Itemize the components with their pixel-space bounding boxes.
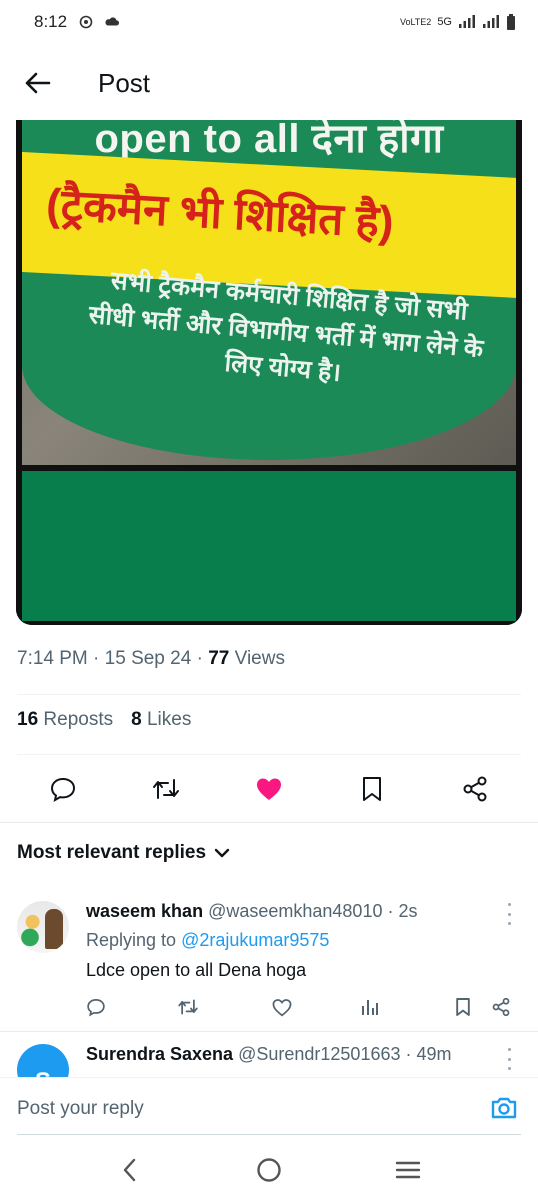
likes-stat[interactable]: 8 Likes [131,709,191,731]
avatar-letter: S [35,1068,51,1077]
camera-icon [491,1097,517,1119]
reply-item[interactable]: S Surendra Saxena @Surendr12501663 · 49m [0,1032,538,1077]
reply-author-handle: @Surendr12501663 [238,1044,401,1064]
reposts-label: Reposts [43,709,114,730]
reply-share-button[interactable] [489,995,513,1019]
reply-author-handle: @waseemkhan48010 [208,901,383,921]
separator: · [405,1044,417,1064]
likes-label: Likes [146,709,192,730]
reposts-count: 16 [17,709,39,730]
post-date: 15 Sep 24 [104,648,192,669]
repost-icon [178,999,198,1015]
system-nav-bar [0,1140,538,1200]
bookmark-icon [456,998,470,1016]
reply-repost-button[interactable] [176,995,200,1019]
camera-button[interactable] [488,1092,520,1124]
back-button[interactable] [16,61,60,105]
avatar-person [45,909,63,949]
image-frame-left [16,120,22,625]
avatar[interactable]: S [17,1044,69,1077]
chevron-down-icon [214,848,230,858]
composer-underline [17,1134,521,1135]
page-title: Post [98,67,151,98]
replying-to-line: Replying to @2rajukumar9575 [86,930,329,951]
reply-bookmark-button[interactable] [451,995,475,1019]
reply-actions [84,995,524,1025]
reply-composer [0,1077,538,1137]
like-button[interactable] [247,767,291,811]
heart-icon [272,998,292,1016]
image-frame-right [516,120,522,625]
arrow-left-icon [25,72,51,94]
divider [17,754,521,755]
post-time: 7:14 PM [17,648,88,669]
replies-sort-label: Most relevant replies [17,842,207,863]
top-bar: Post [0,44,538,122]
separator: · [387,901,399,921]
divider [17,694,521,695]
bookmark-button[interactable] [350,767,394,811]
more-options-button[interactable] [504,903,514,925]
nav-back-button[interactable] [106,1146,154,1194]
green-lower-area [16,471,522,625]
reply-time: 49m [416,1044,452,1064]
reply-author-name[interactable]: waseem khan [86,901,203,921]
post-stats: 16 Reposts 8 Likes [17,709,191,731]
replying-to-link[interactable]: @2rajukumar9575 [181,930,329,950]
nav-recents-button[interactable] [384,1146,432,1194]
post-meta: 7:14 PM · 15 Sep 24 · 77 Views [17,648,285,670]
post-actions [0,764,538,814]
menu-lines-icon [396,1161,421,1179]
status-bar: 8:12 VoLTE2 5G [0,0,538,44]
divider [0,822,538,823]
network-type: 5G [437,16,452,28]
reply-input[interactable] [17,1096,437,1122]
bookmark-icon [362,777,381,801]
reply-icon [51,777,76,802]
heart-filled-icon [256,778,281,800]
repost-button[interactable] [144,767,188,811]
reply-time: 2s [398,901,418,921]
chevron-left-icon [123,1158,135,1182]
reply-author-line: waseem khan @waseemkhan48010 · 2s [86,901,418,922]
reposts-stat[interactable]: 16 Reposts [17,709,113,731]
reply-item[interactable]: waseem khan @waseemkhan48010 · 2s Replyi… [0,895,538,1030]
sign-line-open-to-all: open to all देना होगा [94,120,444,161]
more-options-button[interactable] [504,1048,514,1070]
meta-separator: · [196,648,209,669]
views-label: Views [234,648,285,669]
app-notification-icon [79,15,93,29]
signal-icon [459,15,475,28]
volte-indicator: VoLTE2 [399,17,432,27]
share-icon [492,997,510,1017]
reply-text: Ldce open to all Dena hoga [86,960,307,980]
reply-author-name[interactable]: Surendra Saxena [86,1044,233,1064]
home-circle-icon [257,1158,281,1182]
battery-icon [507,14,515,30]
reply-views-button[interactable] [358,995,382,1019]
status-time: 8:12 [34,12,68,31]
cloud-icon [105,17,120,26]
share-icon [463,776,487,802]
reply-like-button[interactable] [270,995,294,1019]
reply-author-line: Surendra Saxena @Surendr12501663 · 49m [86,1044,452,1065]
meta-separator: · [93,648,105,669]
repost-icon [153,779,180,799]
signal-icon-2 [483,15,499,28]
reply-button[interactable] [41,767,85,811]
reply-reply-button[interactable] [84,995,108,1019]
post-image[interactable]: open to all देना होगा (ट्रैकमैन भी शिक्ष… [16,120,522,625]
reply-icon [87,998,105,1017]
share-button[interactable] [453,767,497,811]
analytics-icon [362,1000,378,1015]
replies-sort-dropdown[interactable]: Most relevant replies [17,842,230,864]
likes-count: 8 [131,709,142,730]
nav-home-button[interactable] [245,1146,293,1194]
avatar[interactable] [17,901,69,953]
image-frame-bottom [16,621,522,625]
views-count: 77 [208,648,230,669]
replying-label: Replying to [86,930,177,950]
